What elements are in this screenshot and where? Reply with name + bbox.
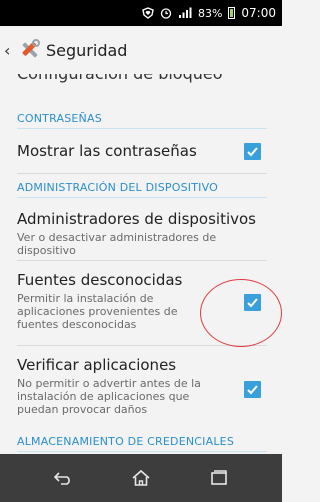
- verify-apps-checkbox[interactable]: [244, 381, 261, 398]
- battery-icon: [228, 7, 236, 19]
- home-icon[interactable]: [121, 462, 161, 494]
- shield-heart-icon: [142, 7, 154, 19]
- section-divider: [17, 197, 267, 198]
- battery-percent: 83%: [197, 6, 223, 20]
- status-bar: 83% 07:00: [0, 0, 282, 26]
- section-divider: [17, 451, 267, 452]
- navigation-bar: [0, 454, 282, 502]
- divider: [17, 173, 267, 174]
- section-header-device-administration: ADMINISTRACIÓN DEL DISPOSITIVO: [17, 181, 218, 194]
- show-passwords-label: Mostrar las contraseñas: [17, 142, 197, 160]
- signal-icon: [178, 7, 192, 19]
- settings-tools-icon[interactable]: [16, 37, 42, 63]
- device-administrators-description: Ver o desactivar administradores de disp…: [17, 231, 217, 257]
- recent-apps-icon[interactable]: [199, 462, 239, 494]
- verify-apps-description: No permitir o advertir antes de la insta…: [17, 377, 201, 416]
- device-administrators-item[interactable]: Administradores de dispositivos Ver o de…: [17, 210, 267, 257]
- clock: 07:00: [241, 6, 276, 20]
- annotation-circle: [200, 279, 282, 347]
- section-divider: [17, 128, 267, 129]
- back-icon[interactable]: [43, 462, 83, 494]
- section-header-passwords: CONTRASEÑAS: [17, 112, 102, 125]
- section-header-credential-storage: ALMACENAMIENTO DE CREDENCIALES: [17, 435, 234, 448]
- divider: [17, 260, 267, 261]
- back-chevron-icon[interactable]: ‹: [4, 41, 14, 60]
- page-title: Seguridad: [46, 40, 128, 60]
- settings-list[interactable]: Configuración de bloqueo CONTRASEÑAS Mos…: [0, 74, 282, 454]
- lock-configuration-item[interactable]: Configuración de bloqueo: [17, 74, 223, 83]
- show-passwords-checkbox[interactable]: [244, 143, 261, 160]
- verify-apps-label: Verificar aplicaciones: [17, 356, 177, 374]
- device-administrators-label: Administradores de dispositivos: [17, 210, 256, 228]
- unknown-sources-description: Permitir la instalación de aplicaciones …: [17, 292, 178, 331]
- action-bar: ‹ Seguridad: [0, 26, 282, 74]
- alarm-icon: [160, 7, 172, 19]
- verify-apps-item[interactable]: Verificar aplicaciones No permitir o adv…: [17, 356, 267, 416]
- show-passwords-item[interactable]: Mostrar las contraseñas: [17, 142, 267, 166]
